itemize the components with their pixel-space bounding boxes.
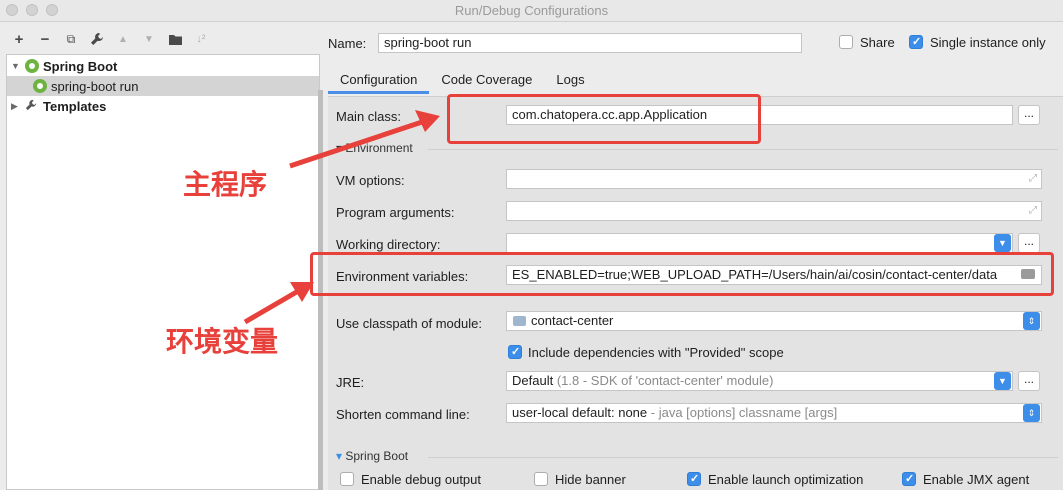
arrow-to-environment-variables [243,287,302,325]
main-program-annotation: 主程序 [183,168,268,201]
arrow-to-main-class [289,118,426,169]
annotation-arrows [243,110,440,325]
environment-variables-annotation: 环境变量 [166,325,279,358]
